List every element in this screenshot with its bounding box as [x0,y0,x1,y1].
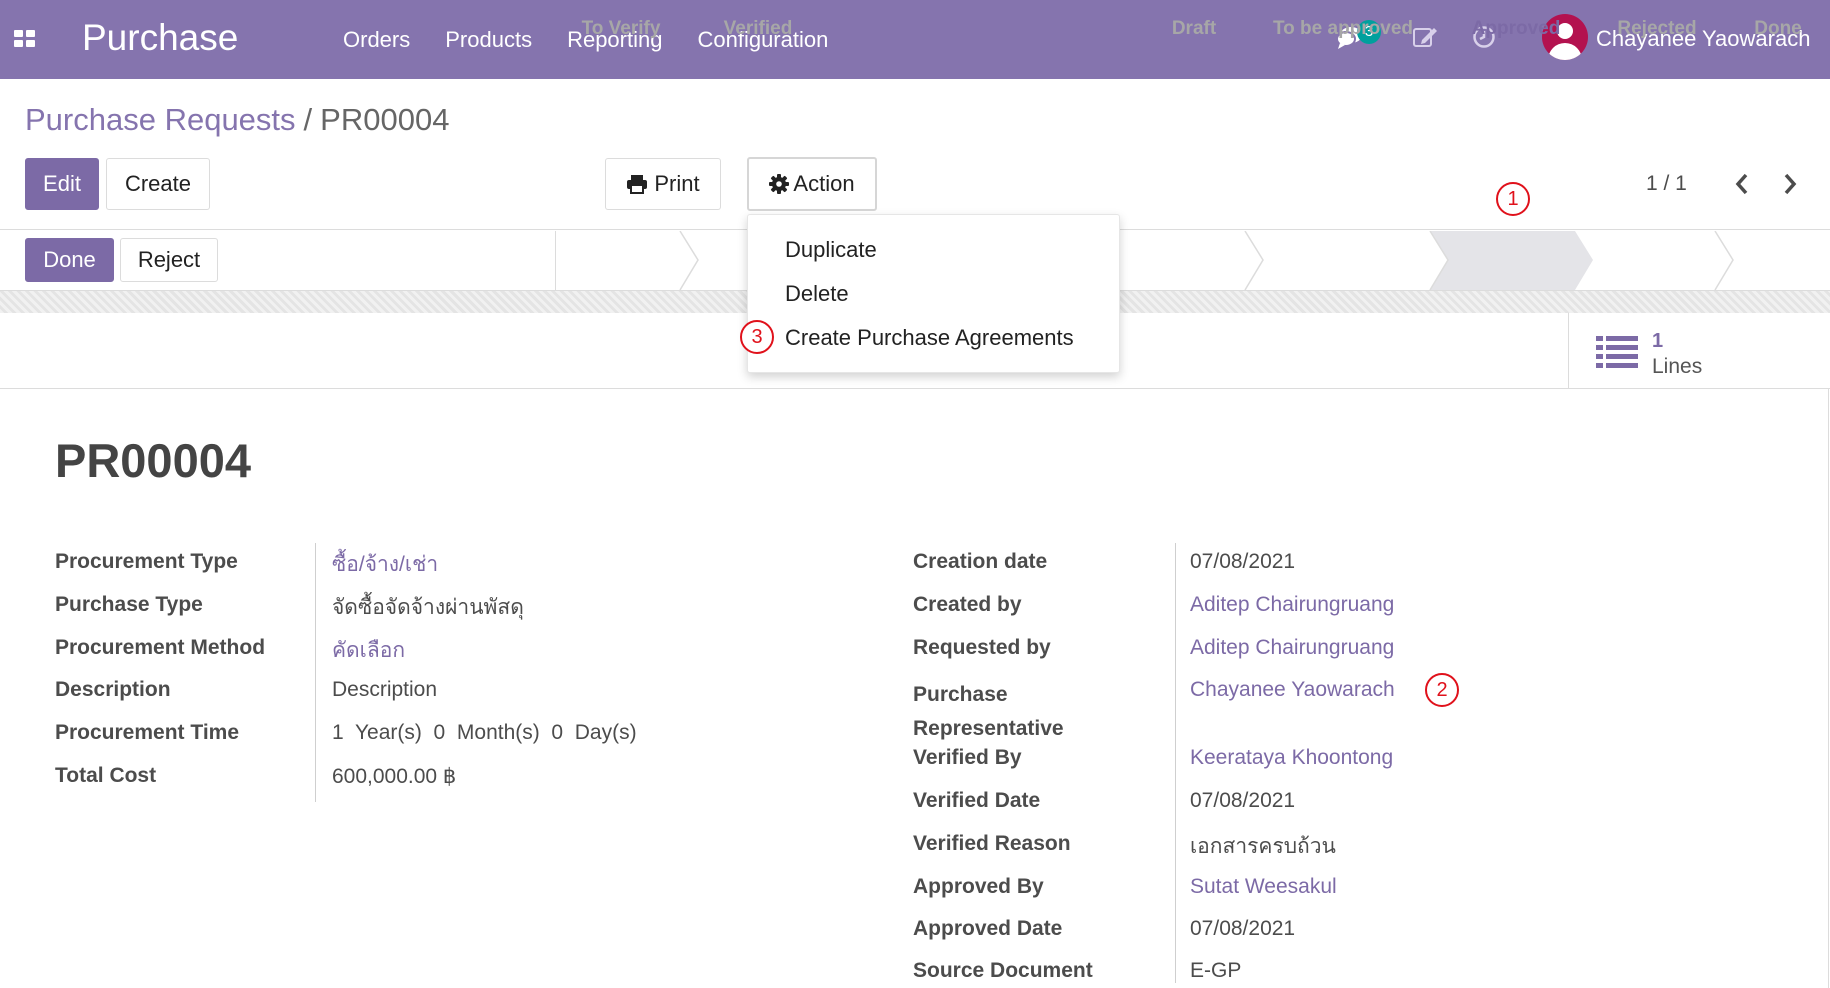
edit-button[interactable]: Edit [25,158,99,210]
field-label-purchase-type: Purchase Type [55,593,203,616]
action-dropdown-menu: Duplicate Delete Create Purchase Agreeme… [747,214,1120,373]
menu-orders[interactable]: Orders [343,27,410,53]
stage-to-verify[interactable]: To Verify [555,0,687,58]
app-brand[interactable]: Purchase [82,17,238,59]
field-label-approved-date: Approved Date [913,917,1063,940]
pager-counter[interactable]: 1 / 1 [1646,172,1687,196]
field-value-procurement-method[interactable]: คัดเลือก [332,634,405,667]
field-value-creation-date: 07/08/2021 [1190,550,1296,573]
field-value-source-document: E-GP [1190,959,1242,982]
done-button[interactable]: Done [25,238,114,282]
stage-verified[interactable]: Verified [698,0,818,58]
breadcrumb-current: PR00004 [320,102,450,137]
action-button[interactable]: Action [747,157,877,211]
stage-rejected[interactable]: Rejected [1598,0,1716,58]
create-button[interactable]: Create [106,158,210,210]
field-value-procurement-time: 1 Year(s) 0 Month(s) 0 Day(s) [332,721,637,744]
field-value-approved-date: 07/08/2021 [1190,917,1296,940]
left-group-divider [315,543,316,802]
field-label-procurement-type: Procurement Type [55,550,238,573]
field-value-created-by[interactable]: Aditep Chairungruang [1190,593,1394,617]
field-value-purchase-type: จัดซื้อจัดจ้างผ่านพัสดุ [332,596,524,619]
field-value-total-cost: 600,000.00 ฿ [332,765,457,788]
field-label-total-cost: Total Cost [55,764,157,787]
field-label-verified-reason: Verified Reason [913,832,1071,855]
menu-products[interactable]: Products [445,27,532,53]
breadcrumb-separator: / [303,102,313,137]
menu-item-delete[interactable]: Delete [785,281,849,307]
menu-item-duplicate[interactable]: Duplicate [785,237,877,263]
lines-count: 1 [1652,330,1664,352]
breadcrumb: Purchase Requests / PR00004 [25,102,449,138]
breadcrumb-parent[interactable]: Purchase Requests [25,102,296,137]
stage-approved[interactable]: Approved [1448,0,1584,58]
record-title: PR00004 [55,434,251,487]
pager-next-icon[interactable] [1782,172,1798,196]
field-label-creation-date: Creation date [913,550,1048,573]
field-value-verified-date: 07/08/2021 [1190,789,1296,812]
annotation-marker-3: 3 [740,320,774,354]
stage-done[interactable]: Done [1730,0,1826,58]
field-label-procurement-method: Procurement Method [55,636,266,659]
sheet-right-border [1828,388,1829,988]
lines-label: Lines [1652,355,1703,378]
printer-icon [627,175,648,194]
field-value-verified-by[interactable]: Keerataya Khoontong [1190,746,1393,770]
field-label-created-by: Created by [913,593,1022,616]
reject-button[interactable]: Reject [120,238,218,282]
menu-item-create-purchase-agreements[interactable]: Create Purchase Agreements [785,325,1074,351]
field-label-verified-by: Verified By [913,746,1022,769]
apps-icon[interactable] [14,30,36,48]
print-label: Print [654,171,700,196]
pager-previous-icon[interactable] [1734,172,1750,196]
field-value-purchase-representative[interactable]: Chayanee Yaowarach [1190,678,1395,702]
annotation-marker-2: 2 [1425,673,1459,707]
field-value-requested-by[interactable]: Aditep Chairungruang [1190,636,1394,660]
field-label-approved-by: Approved By [913,875,1044,898]
action-label: Action [793,171,855,196]
stage-to-be-approved[interactable]: To be approved [1253,0,1433,58]
field-label-requested-by: Requested by [913,636,1051,659]
field-label-procurement-time: Procurement Time [55,721,240,744]
field-label-description: Description [55,678,171,701]
field-value-procurement-type[interactable]: ซื้อ/จ้าง/เช่า [332,548,438,581]
field-label-source-document: Source Document [913,959,1093,982]
field-label-purchase-representative: Purchase Representative [913,683,1064,740]
print-button[interactable]: Print [605,158,721,210]
field-value-verified-reason: เอกสารครบถ้วน [1190,835,1336,858]
stage-draft[interactable]: Draft [1148,0,1240,58]
annotation-marker-1: 1 [1496,182,1530,216]
list-icon [1596,336,1638,368]
button-box-bottom-border [0,388,1830,389]
right-group-divider [1175,543,1176,983]
lines-smart-button[interactable]: 1 Lines [1570,314,1828,387]
field-value-approved-by[interactable]: Sutat Weesakul [1190,875,1337,899]
gear-icon [769,174,790,194]
field-label-verified-date: Verified Date [913,789,1041,812]
field-value-description: Description [332,678,438,701]
button-box-divider [1568,313,1569,388]
